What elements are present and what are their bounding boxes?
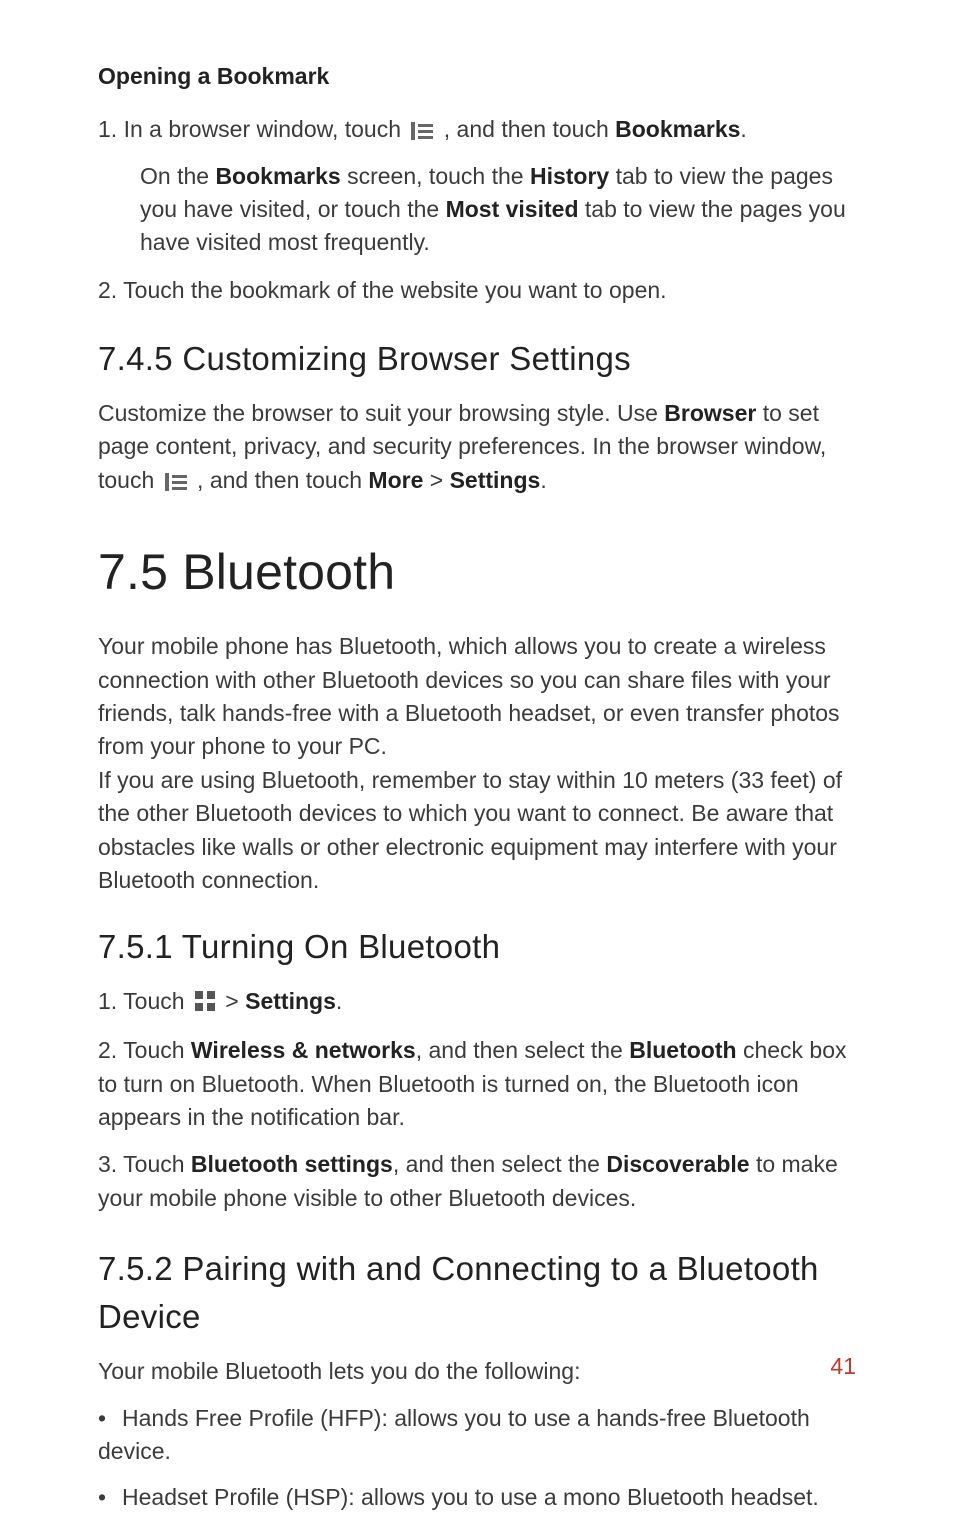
t: Customize the browser to suit your brows… [98,400,664,426]
step-1-text-c: . [740,116,746,142]
t: , and then touch [191,467,369,493]
bullet-hfp: •Hands Free Profile (HFP): allows you to… [98,1402,856,1469]
step-1-text-a: 1. In a browser window, touch [98,116,407,142]
settings-bold: Settings [450,467,541,493]
bookmarks-bold: Bookmarks [215,163,340,189]
para-75: Your mobile phone has Bluetooth, which a… [98,630,856,897]
wireless-networks-bold: Wireless & networks [191,1037,416,1063]
t: screen, touch the [341,163,530,189]
step-1-text-b: , and then touch [437,116,615,142]
bookmarks-label: Bookmarks [615,116,740,142]
t: , and then select the [393,1151,607,1177]
heading-745: 7.4.5 Customizing Browser Settings [98,335,856,383]
step-1-detail: On the Bookmarks screen, touch the Histo… [98,160,856,260]
t: , and then select the [416,1037,630,1063]
bluetooth-bold: Bluetooth [629,1037,736,1063]
bluetooth-settings-bold: Bluetooth settings [191,1151,393,1177]
bullet-hsp: •Headset Profile (HSP): allows you to us… [98,1481,856,1514]
most-visited-bold: Most visited [446,196,579,222]
settings-bold-2: Settings [245,988,336,1014]
para-745: Customize the browser to suit your brows… [98,397,856,500]
bullet-text: Hands Free Profile (HFP): allows you to … [98,1405,810,1464]
step-751-2: 2. Touch Wireless & networks, and then s… [98,1034,856,1134]
t: 3. Touch [98,1151,191,1177]
discoverable-bold: Discoverable [606,1151,749,1177]
heading-751: 7.5.1 Turning On Bluetooth [98,923,856,971]
bullet-icon: • [98,1481,122,1514]
step-2: 2. Touch the bookmark of the website you… [98,274,856,307]
t: > [219,988,245,1014]
bullet-icon: • [98,1402,122,1435]
step-751-1: 1. Touch > Settings. [98,985,856,1020]
apps-icon [195,987,215,1020]
step-751-3: 3. Touch Bluetooth settings, and then se… [98,1148,856,1215]
menu-icon [411,116,433,149]
para-752: Your mobile Bluetooth lets you do the fo… [98,1355,856,1388]
step-1: 1. In a browser window, touch , and then… [98,113,856,149]
heading-opening-bookmark: Opening a Bookmark [98,60,856,93]
t: 1. Touch [98,988,191,1014]
t: > [423,467,449,493]
bullet-text: Headset Profile (HSP): allows you to use… [122,1484,819,1510]
t: 2. Touch [98,1037,191,1063]
t: On the [140,163,215,189]
t: . [540,467,546,493]
heading-75: 7.5 Bluetooth [98,536,856,609]
browser-bold: Browser [664,400,756,426]
page-number: 41 [830,1350,856,1383]
t: . [336,988,342,1014]
more-bold: More [368,467,423,493]
heading-752: 7.5.2 Pairing with and Connecting to a B… [98,1245,856,1341]
history-bold: History [530,163,609,189]
menu-icon [165,467,187,500]
